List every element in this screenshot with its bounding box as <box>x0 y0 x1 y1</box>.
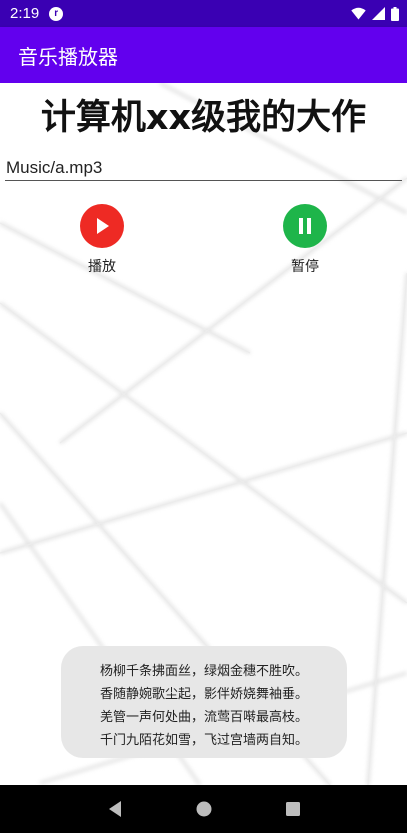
status-icons <box>351 6 399 21</box>
signal-icon <box>372 7 385 20</box>
app-title: 音乐播放器 <box>18 44 118 69</box>
status-bar: 2:19 r <box>0 0 407 27</box>
pause-button[interactable] <box>283 204 327 248</box>
home-circle-icon <box>196 801 211 817</box>
toast-line: 千门九陌花如雪，飞过宫墙两自知。 <box>99 733 308 748</box>
pause-icon <box>299 218 311 234</box>
pause-control[interactable]: 暂停 <box>275 204 335 276</box>
play-icon <box>97 218 109 234</box>
back-button[interactable] <box>101 795 129 823</box>
play-button[interactable] <box>80 204 124 248</box>
page-headline: 计算机xx级我的大作 <box>40 98 367 138</box>
toast-line: 杨柳千条拂面丝，绿烟金穗不胜吹。 <box>99 664 308 679</box>
pause-label: 暂停 <box>291 259 319 275</box>
play-control[interactable]: 播放 <box>72 204 132 276</box>
recents-button[interactable] <box>279 795 307 823</box>
system-nav-bar <box>0 785 407 833</box>
battery-icon <box>391 6 399 21</box>
toast-line: 香随静婉歌尘起，影伴娇娆舞袖垂。 <box>99 687 308 702</box>
back-triangle-icon <box>108 801 121 817</box>
home-button[interactable] <box>190 795 218 823</box>
app-bar: 音乐播放器 <box>0 27 407 83</box>
file-path-input[interactable] <box>5 155 402 181</box>
wifi-icon <box>351 7 366 20</box>
play-label: 播放 <box>88 259 116 275</box>
recents-square-icon <box>285 802 300 816</box>
record-icon: r <box>49 6 64 21</box>
main-content: 计算机xx级我的大作 播放 暂停 杨柳千条拂面丝，绿烟金穗不胜吹。 香随静婉歌尘… <box>0 83 407 785</box>
toast-line: 羌管一声何处曲，流莺百啭最高枝。 <box>99 710 308 725</box>
status-time: 2:19 <box>10 5 40 22</box>
lyrics-toast: 杨柳千条拂面丝，绿烟金穗不胜吹。 香随静婉歌尘起，影伴娇娆舞袖垂。 羌管一声何处… <box>61 646 347 758</box>
